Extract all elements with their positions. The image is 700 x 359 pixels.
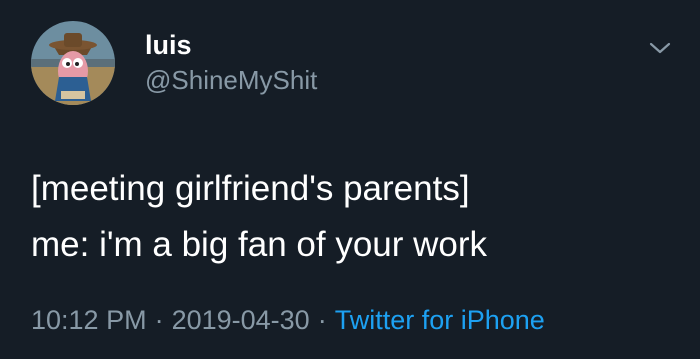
meta-separator: · [317,305,327,335]
tweet-meta: 10:12 PM · 2019-04-30 · Twitter for iPhone [31,302,545,338]
meta-separator: · [154,305,164,335]
tweet-text: [meeting girlfriend's parents] me: i'm a… [31,161,487,273]
tweet-text-line: me: i'm a big fan of your work [31,225,488,264]
tweet-card: luis @ShineMyShit [meeting girlfriend's … [0,0,700,359]
tweet-date[interactable]: 2019-04-30 [172,305,310,335]
display-name[interactable]: luis [145,29,192,61]
chevron-down-icon[interactable] [648,38,672,58]
avatar[interactable] [31,21,115,105]
tweet-time[interactable]: 10:12 PM [31,305,147,335]
tweet-text-line: [meeting girlfriend's parents] [31,169,470,208]
user-handle[interactable]: @ShineMyShit [145,64,317,96]
tweet-source-link[interactable]: Twitter for iPhone [335,305,545,335]
avatar-image [31,21,115,105]
